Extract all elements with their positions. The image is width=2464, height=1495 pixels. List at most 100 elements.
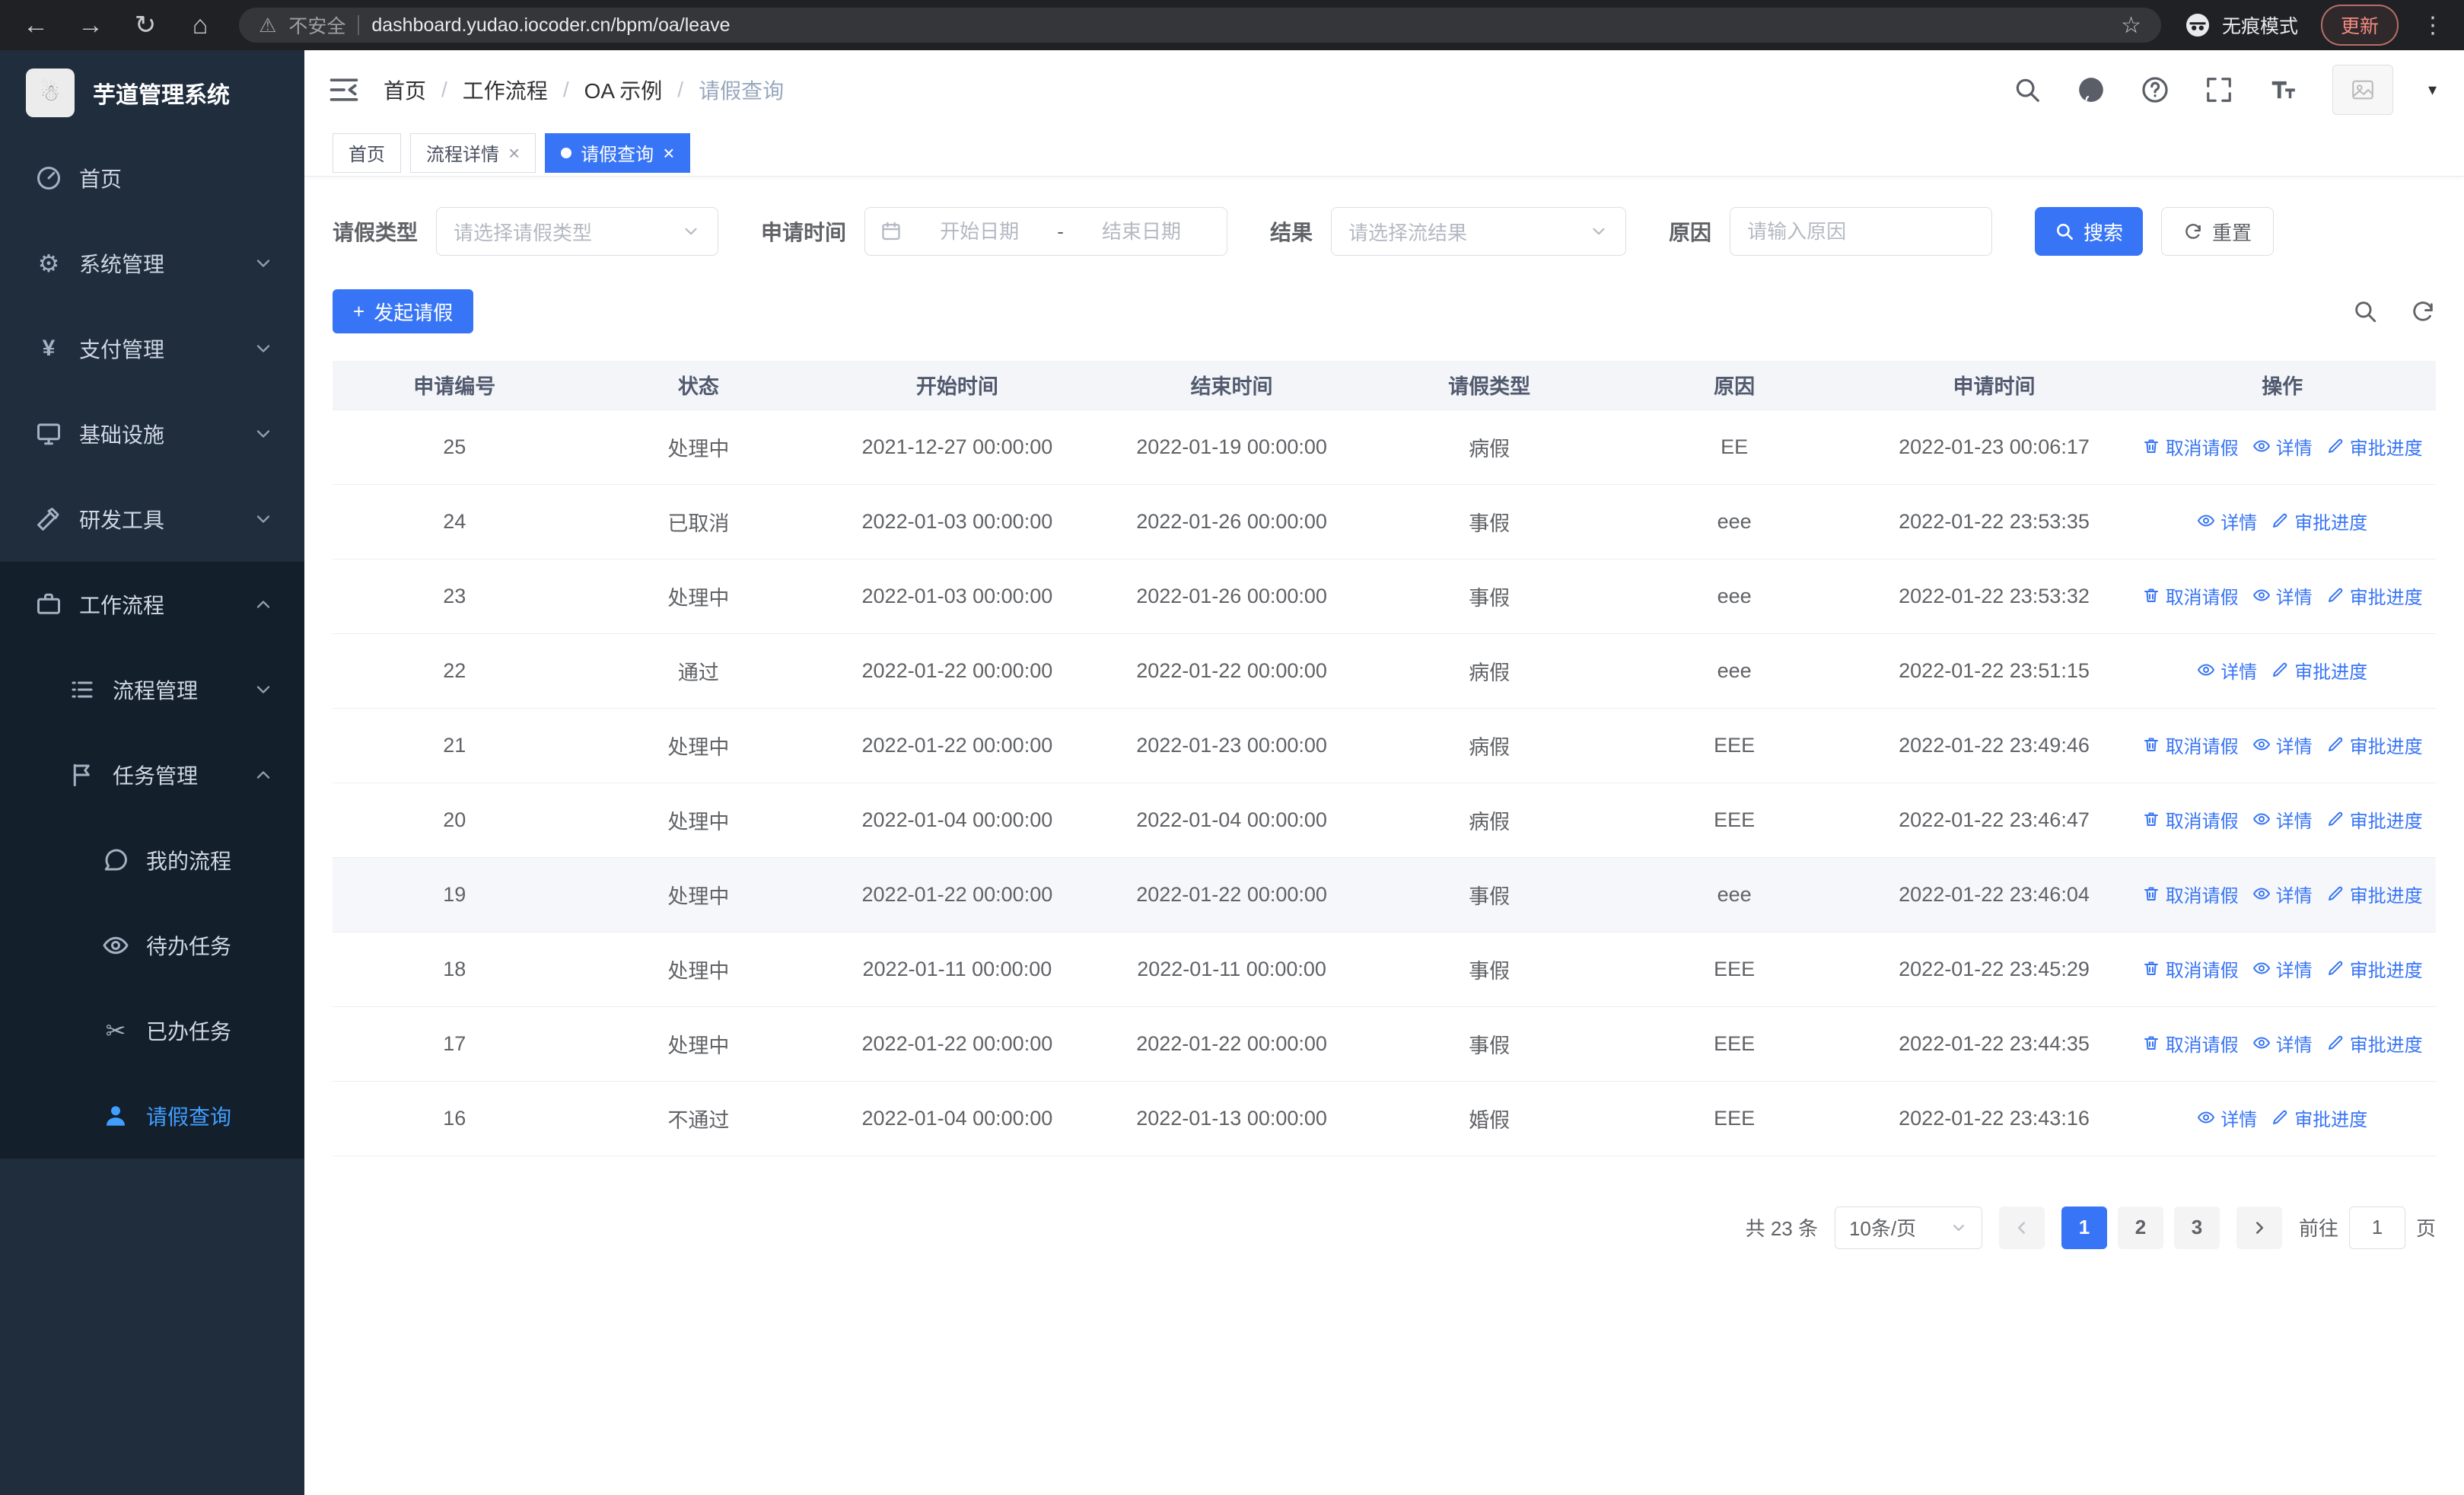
cell-reason: eee: [1609, 633, 1860, 709]
close-icon[interactable]: ×: [663, 143, 674, 163]
chevron-down-icon: [253, 253, 274, 274]
action-cancel-link[interactable]: 取消请假: [2142, 881, 2239, 907]
collapse-sidebar-icon[interactable]: [327, 73, 361, 107]
action-progress-link[interactable]: 审批进度: [2326, 955, 2423, 982]
action-detail-link[interactable]: 详情: [2252, 955, 2313, 982]
action-progress-link[interactable]: 审批进度: [2271, 657, 2367, 684]
sidebar-item-2[interactable]: ¥ 支付管理: [0, 306, 304, 391]
action-detail-link[interactable]: 详情: [2197, 1105, 2257, 1131]
action-detail-link[interactable]: 详情: [2197, 657, 2257, 684]
cell-start: 2022-01-04 00:00:00: [820, 783, 1094, 858]
end-date-input[interactable]: [1071, 219, 1212, 244]
create-leave-button[interactable]: + 发起请假: [333, 289, 474, 333]
cell-actions: 取消请假 详情 审批进度: [2128, 1006, 2436, 1082]
eye-icon: [2252, 437, 2271, 455]
sidebar-item-9[interactable]: 待办任务: [0, 903, 304, 988]
action-cancel-link[interactable]: 取消请假: [2142, 806, 2239, 833]
chevron-down-icon: [253, 423, 274, 445]
reset-button[interactable]: 重置: [2161, 207, 2275, 256]
action-progress-link[interactable]: 审批进度: [2326, 1030, 2423, 1057]
tab-1[interactable]: 流程详情 ×: [410, 132, 536, 173]
trash-icon: [2142, 959, 2160, 977]
action-detail-link[interactable]: 详情: [2252, 732, 2313, 758]
hide-search-icon[interactable]: [2352, 298, 2378, 324]
action-cancel-link[interactable]: 取消请假: [2142, 955, 2239, 982]
prev-page-button[interactable]: [1998, 1206, 2045, 1249]
page-button-2[interactable]: 2: [2117, 1206, 2163, 1249]
action-progress-link[interactable]: 审批进度: [2326, 732, 2423, 758]
action-detail-link[interactable]: 详情: [2252, 881, 2313, 907]
user-menu-caret-icon[interactable]: ▾: [2428, 80, 2437, 100]
sidebar-item-1[interactable]: ⚙ 系统管理: [0, 221, 304, 306]
font-size-icon[interactable]: [2268, 75, 2297, 104]
action-label: 审批进度: [2294, 1109, 2368, 1130]
page-size-select[interactable]: 10条/页: [1834, 1206, 1982, 1249]
next-page-button[interactable]: [2236, 1206, 2282, 1249]
result-select[interactable]: 请选择流结果: [1331, 207, 1627, 256]
action-cancel-link[interactable]: 取消请假: [2142, 1030, 2239, 1057]
breadcrumb-item[interactable]: 首页: [384, 75, 426, 105]
reason-input[interactable]: [1747, 219, 1975, 244]
cell-start: 2022-01-03 00:00:00: [820, 484, 1094, 559]
action-progress-link[interactable]: 审批进度: [2326, 433, 2423, 460]
chevron-left-icon: [2012, 1218, 2032, 1238]
home-icon[interactable]: ⌂: [184, 11, 216, 40]
sidebar-item-3[interactable]: 基础设施: [0, 391, 304, 477]
date-range-picker[interactable]: -: [864, 207, 1228, 256]
forward-icon[interactable]: →: [75, 11, 107, 40]
eye-icon: [102, 932, 129, 959]
action-progress-link[interactable]: 审批进度: [2326, 582, 2423, 609]
start-date-input[interactable]: [909, 219, 1050, 244]
cell-type: 事假: [1369, 484, 1609, 559]
sidebar-item-8[interactable]: 我的流程: [0, 818, 304, 903]
image-placeholder-icon: [2350, 77, 2376, 103]
action-detail-link[interactable]: 详情: [2252, 433, 2313, 460]
help-icon[interactable]: [2141, 75, 2170, 104]
leave-type-select[interactable]: 请选择请假类型: [436, 207, 719, 256]
breadcrumb-item[interactable]: OA 示例: [584, 75, 663, 105]
sidebar-item-5[interactable]: 工作流程: [0, 562, 304, 647]
refresh-table-icon[interactable]: [2410, 298, 2436, 324]
sidebar-item-4[interactable]: 研发工具: [0, 477, 304, 562]
tab-2[interactable]: 请假查询 ×: [545, 132, 691, 173]
action-progress-link[interactable]: 审批进度: [2326, 881, 2423, 907]
sidebar-item-6[interactable]: 流程管理: [0, 647, 304, 732]
sidebar-item-0[interactable]: 首页: [0, 135, 304, 221]
kebab-menu-icon[interactable]: ⋮: [2421, 12, 2444, 39]
goto-page-input[interactable]: [2348, 1206, 2405, 1249]
action-progress-link[interactable]: 审批进度: [2326, 806, 2423, 833]
search-icon[interactable]: [2013, 75, 2042, 104]
action-label: 取消请假: [2165, 811, 2239, 832]
action-label: 详情: [2275, 587, 2313, 608]
github-icon[interactable]: [2077, 75, 2106, 104]
bookmark-icon[interactable]: ☆: [2121, 12, 2141, 39]
goto-page: 前往 页: [2299, 1206, 2436, 1249]
action-cancel-link[interactable]: 取消请假: [2142, 433, 2239, 460]
back-icon[interactable]: ←: [20, 11, 52, 40]
action-detail-link[interactable]: 详情: [2252, 1030, 2313, 1057]
action-detail-link[interactable]: 详情: [2252, 806, 2313, 833]
sidebar-item-7[interactable]: 任务管理: [0, 732, 304, 818]
breadcrumb-item[interactable]: 工作流程: [463, 75, 548, 105]
action-label: 详情: [2220, 661, 2258, 683]
action-cancel-link[interactable]: 取消请假: [2142, 732, 2239, 758]
action-progress-link[interactable]: 审批进度: [2271, 508, 2367, 534]
page-button-1[interactable]: 1: [2061, 1206, 2107, 1249]
page-button-3[interactable]: 3: [2173, 1206, 2220, 1249]
search-button[interactable]: 搜索: [2035, 207, 2144, 256]
column-header: 申请编号: [333, 361, 577, 410]
action-detail-link[interactable]: 详情: [2252, 582, 2313, 609]
action-detail-link[interactable]: 详情: [2197, 508, 2257, 534]
tab-0[interactable]: 首页: [333, 132, 401, 173]
action-progress-link[interactable]: 审批进度: [2271, 1105, 2367, 1131]
close-icon[interactable]: ×: [508, 143, 520, 163]
update-button[interactable]: 更新: [2320, 5, 2399, 46]
filter-form: 请假类型 请选择请假类型 申请时间 -: [333, 207, 2436, 256]
address-bar[interactable]: ⚠ 不安全 dashboard.yudao.iocoder.cn/bpm/oa/…: [239, 8, 2161, 43]
sidebar-item-10[interactable]: ✂ 已办任务: [0, 988, 304, 1073]
action-cancel-link[interactable]: 取消请假: [2142, 582, 2239, 609]
avatar[interactable]: [2332, 65, 2393, 115]
fullscreen-icon[interactable]: [2205, 75, 2233, 104]
reload-icon[interactable]: ↻: [129, 10, 161, 40]
sidebar-item-11[interactable]: 请假查询: [0, 1073, 304, 1159]
